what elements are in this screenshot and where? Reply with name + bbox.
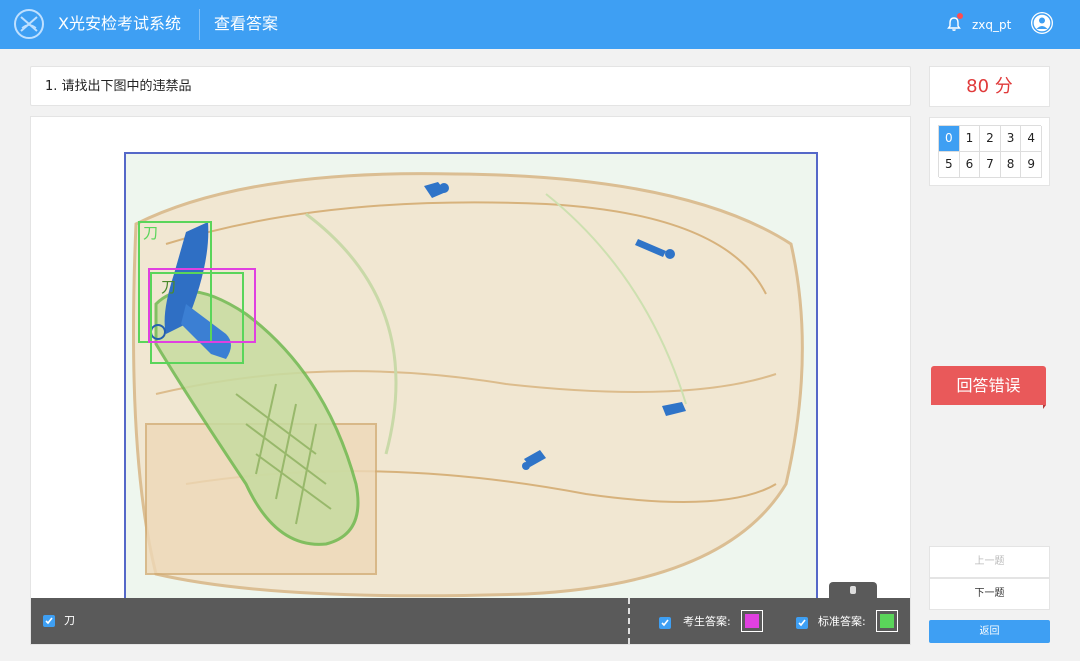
- question-number-cell[interactable]: 3: [1000, 126, 1022, 152]
- prev-question-button[interactable]: 上一题: [929, 546, 1050, 578]
- question-grid-card: 01234 56789: [929, 117, 1050, 186]
- toolbar-separator: [628, 598, 630, 644]
- student-answer-label: 考生答案:: [683, 615, 731, 628]
- question-number-cell[interactable]: 8: [1000, 152, 1022, 178]
- student-box-label: 刀: [161, 278, 177, 296]
- toolbar-toggle-tab[interactable]: [829, 582, 877, 600]
- image-card: 刀 刀 刀 考生答案: 标准答案:: [30, 116, 911, 645]
- notification-dot: [957, 13, 963, 19]
- result-banner-fold: [1043, 405, 1046, 409]
- student-color: [745, 614, 759, 628]
- student-answer-checkbox[interactable]: [659, 617, 671, 629]
- question-number-cell[interactable]: 6: [959, 152, 981, 178]
- user-avatar-icon[interactable]: [1030, 11, 1054, 35]
- question-text: 1. 请找出下图中的违禁品: [45, 79, 192, 94]
- student-answer-color-swatch[interactable]: [741, 610, 763, 632]
- standard-box-label: 刀: [143, 224, 159, 242]
- item-checkbox[interactable]: [43, 615, 55, 627]
- top-header: X光安检考试系统 查看答案 zxq_pt: [0, 0, 1080, 49]
- question-number-cell[interactable]: 5: [939, 152, 960, 178]
- question-number-cell[interactable]: 2: [980, 126, 1001, 152]
- standard-answer-label: 标准答案:: [818, 615, 866, 628]
- header-divider: [199, 9, 200, 40]
- back-button[interactable]: 返回: [929, 620, 1050, 643]
- result-banner: 回答错误: [931, 366, 1046, 405]
- app-title: X光安检考试系统: [58, 14, 181, 33]
- score-value: 80 分: [966, 76, 1013, 97]
- standard-answer-color-swatch[interactable]: [876, 610, 898, 632]
- standard-color: [880, 614, 894, 628]
- standard-answer-checkbox[interactable]: [796, 617, 808, 629]
- question-number-cell[interactable]: 9: [1021, 152, 1042, 178]
- item-label: 刀: [64, 614, 75, 627]
- lock-icon: [850, 586, 856, 594]
- question-number-cell[interactable]: 1: [959, 126, 981, 152]
- annotation-toolbar: 刀 考生答案: 标准答案:: [31, 582, 910, 644]
- question-number-grid: 01234 56789: [938, 125, 1042, 178]
- question-number-cell[interactable]: 4: [1021, 126, 1042, 152]
- app-logo-icon: [14, 9, 44, 39]
- question-number-cell[interactable]: 0: [939, 126, 960, 152]
- question-number-cell[interactable]: 7: [980, 152, 1001, 178]
- score-card: 80 分: [929, 66, 1050, 107]
- question-card: 1. 请找出下图中的违禁品: [30, 66, 911, 106]
- next-question-button[interactable]: 下一题: [929, 578, 1050, 610]
- page-title: 查看答案: [214, 14, 279, 33]
- username[interactable]: zxq_pt: [972, 17, 1011, 33]
